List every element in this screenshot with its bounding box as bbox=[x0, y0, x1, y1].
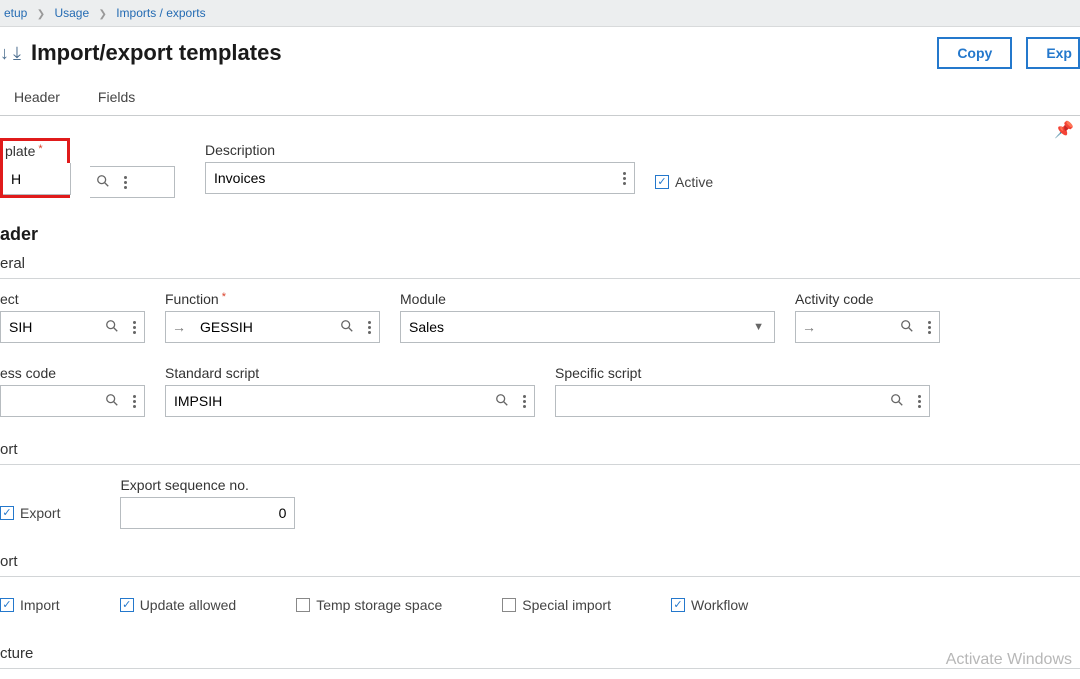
function-label: Function bbox=[165, 291, 380, 307]
module-select[interactable] bbox=[401, 312, 743, 342]
search-icon[interactable] bbox=[99, 393, 125, 410]
active-label: Active bbox=[675, 174, 713, 190]
template-field-highlight: plate bbox=[0, 138, 70, 198]
search-icon[interactable] bbox=[334, 319, 360, 336]
template-input[interactable] bbox=[3, 163, 70, 194]
search-icon[interactable] bbox=[99, 319, 125, 336]
more-icon[interactable] bbox=[910, 395, 929, 408]
more-icon[interactable] bbox=[125, 395, 144, 408]
page-title: Import/export templates bbox=[31, 40, 937, 66]
more-icon[interactable] bbox=[360, 321, 379, 334]
search-icon[interactable] bbox=[894, 319, 920, 336]
temp-storage-checkbox[interactable] bbox=[296, 598, 310, 612]
more-icon[interactable] bbox=[116, 176, 135, 189]
specific-script-input[interactable] bbox=[556, 386, 884, 416]
search-icon[interactable] bbox=[884, 393, 910, 410]
standard-script-input[interactable] bbox=[166, 386, 489, 416]
export-checkbox[interactable]: ✓ bbox=[0, 506, 14, 520]
activity-code-label: Activity code bbox=[795, 291, 940, 307]
import-subsection: ort bbox=[0, 553, 1080, 570]
breadcrumb-setup[interactable]: etup bbox=[4, 6, 27, 20]
update-allowed-checkbox[interactable]: ✓ bbox=[120, 598, 134, 612]
specific-script-label: Specific script bbox=[555, 365, 930, 381]
standard-script-label: Standard script bbox=[165, 365, 535, 381]
tab-fields[interactable]: Fields bbox=[94, 83, 139, 115]
special-import-checkbox[interactable] bbox=[502, 598, 516, 612]
import-checkbox-label: Import bbox=[20, 597, 60, 613]
activity-code-input[interactable] bbox=[822, 312, 894, 342]
export-subsection: ort bbox=[0, 441, 1080, 458]
tab-header[interactable]: Header bbox=[10, 83, 64, 115]
export-button[interactable]: Exp bbox=[1026, 37, 1080, 69]
object-label: ect bbox=[0, 291, 145, 307]
more-icon[interactable] bbox=[920, 321, 939, 334]
header-section-title: ader bbox=[0, 224, 1080, 245]
chevron-right-icon: ❯ bbox=[37, 9, 45, 20]
template-label: plate bbox=[3, 141, 67, 159]
tabs: Header Fields bbox=[0, 77, 1080, 116]
copy-button[interactable]: Copy bbox=[937, 37, 1012, 69]
access-code-label: ess code bbox=[0, 365, 145, 381]
pin-icon[interactable]: 📌 bbox=[1054, 120, 1074, 140]
update-allowed-label: Update allowed bbox=[140, 597, 237, 613]
object-input[interactable] bbox=[1, 312, 99, 342]
import-checkbox[interactable]: ✓ bbox=[0, 598, 14, 612]
special-import-label: Special import bbox=[522, 597, 611, 613]
arrow-down-icon[interactable]: ↓ bbox=[0, 43, 9, 64]
chevron-down-icon[interactable]: ▼ bbox=[743, 321, 774, 333]
module-label: Module bbox=[400, 291, 775, 307]
search-icon[interactable] bbox=[489, 393, 515, 410]
function-input[interactable] bbox=[192, 312, 334, 342]
structure-subsection: cture bbox=[0, 645, 1080, 662]
access-code-input[interactable] bbox=[1, 386, 99, 416]
breadcrumb: etup ❯ Usage ❯ Imports / exports bbox=[0, 0, 1080, 27]
more-icon[interactable] bbox=[515, 395, 534, 408]
search-icon[interactable] bbox=[90, 174, 116, 191]
more-icon[interactable] bbox=[615, 172, 634, 185]
more-icon[interactable] bbox=[125, 321, 144, 334]
export-checkbox-label: Export bbox=[20, 505, 60, 521]
workflow-checkbox[interactable]: ✓ bbox=[671, 598, 685, 612]
title-bar: ↓ ⤓ Import/export templates Copy Exp bbox=[0, 27, 1080, 77]
arrow-right-icon: → bbox=[166, 319, 192, 335]
general-subsection: eral bbox=[0, 255, 1080, 272]
arrow-right-icon: → bbox=[796, 319, 822, 335]
temp-storage-label: Temp storage space bbox=[316, 597, 442, 613]
breadcrumb-usage[interactable]: Usage bbox=[54, 6, 89, 20]
breadcrumb-imports[interactable]: Imports / exports bbox=[116, 6, 205, 20]
description-label: Description bbox=[205, 142, 635, 158]
workflow-label: Workflow bbox=[691, 597, 748, 613]
description-input[interactable] bbox=[206, 163, 615, 193]
export-seq-input[interactable] bbox=[121, 498, 294, 528]
active-checkbox[interactable]: ✓ bbox=[655, 175, 669, 189]
chevron-right-icon: ❯ bbox=[98, 9, 106, 20]
export-seq-label: Export sequence no. bbox=[120, 477, 295, 493]
arrow-underline-down-icon[interactable]: ⤓ bbox=[13, 43, 21, 64]
